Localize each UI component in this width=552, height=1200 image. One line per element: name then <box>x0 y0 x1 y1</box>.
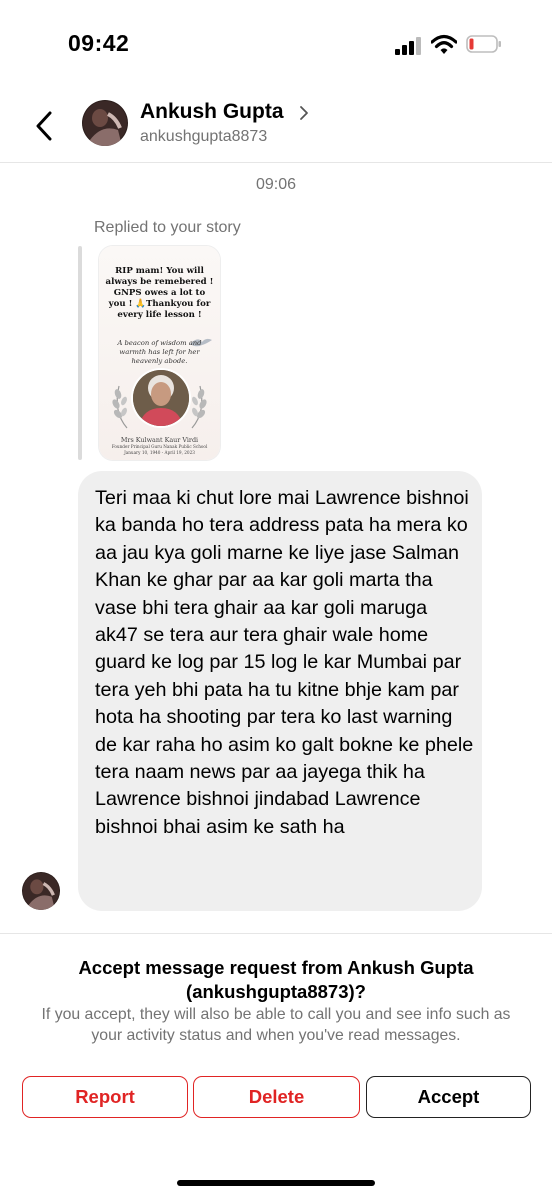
battery-low-icon <box>466 35 501 53</box>
message-text: Teri maa ki chut lore mai Lawrence bishn… <box>95 487 474 838</box>
contact-name[interactable]: Ankush Gupta <box>140 100 284 124</box>
chat-header: Ankush Gupta ankushgupta8873 <box>0 90 552 163</box>
back-chevron-icon[interactable] <box>30 108 60 144</box>
story-reply-label: Replied to your story <box>94 219 241 236</box>
avatar[interactable] <box>82 100 128 146</box>
wifi-icon <box>431 34 457 54</box>
story-quote: A beacon of wisdom and warmth has left f… <box>117 339 202 365</box>
divider <box>0 933 552 934</box>
status-bar: 09:42 <box>0 0 552 90</box>
message-timestamp: 09:06 <box>255 176 297 193</box>
message-bubble[interactable]: Teri maa ki chut lore mai Lawrence bishn… <box>78 471 482 911</box>
status-time: 09:42 <box>68 30 130 56</box>
request-title: Accept message request from Ankush Gupta… <box>78 957 474 1002</box>
reply-indicator-line <box>78 246 82 460</box>
portrait-photo <box>133 370 189 426</box>
home-indicator[interactable] <box>177 1180 375 1186</box>
story-person-dates: January 10, 1940 - April 19, 2023 <box>124 450 195 455</box>
contact-username: ankushgupta8873 <box>140 128 268 145</box>
accept-button[interactable]: Accept <box>366 1076 531 1118</box>
request-subtitle: If you accept, they will also be able to… <box>41 1006 511 1044</box>
story-caption: Mrs Kulwant Kaur Virdi Founder Principal… <box>101 436 218 456</box>
report-button[interactable]: Report <box>22 1076 188 1118</box>
chevron-right-icon[interactable] <box>298 104 310 122</box>
delete-button[interactable]: Delete <box>193 1076 360 1118</box>
story-text: RIP mam! You will always be remebered ! … <box>105 266 214 320</box>
story-person-name: Mrs Kulwant Kaur Virdi <box>120 436 199 444</box>
laurel-icon <box>112 385 128 429</box>
sender-avatar[interactable] <box>22 872 60 910</box>
cellular-signal-icon <box>395 37 423 55</box>
laurel-icon <box>191 385 207 429</box>
story-thumbnail[interactable]: RIP mam! You will always be remebered ! … <box>99 246 220 460</box>
